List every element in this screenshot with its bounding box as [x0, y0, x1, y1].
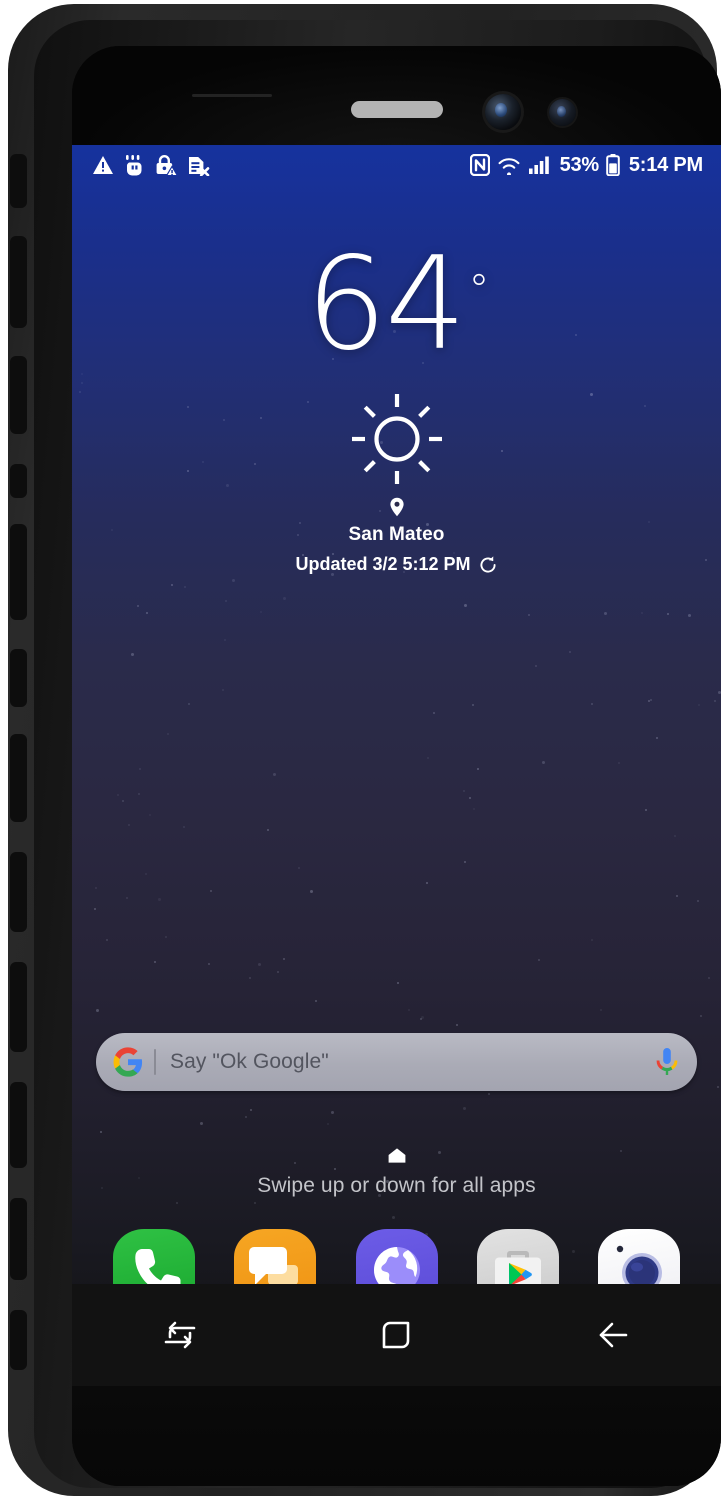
back-arrow-icon[interactable] — [596, 1320, 630, 1350]
phone-case: 53% 5:14 PM 64° San Mateo Updated 3/2 5:… — [8, 4, 721, 1496]
recents-icon[interactable] — [161, 1319, 199, 1351]
navigation-bar — [72, 1284, 721, 1386]
touch-hand-icon — [126, 154, 142, 175]
battery-icon — [606, 154, 620, 176]
earpiece-speaker — [351, 101, 443, 118]
case-grip-notch — [10, 524, 27, 620]
status-bar[interactable]: 53% 5:14 PM — [72, 145, 721, 185]
swipe-hint-area[interactable]: Swipe up or down for all apps — [72, 1147, 721, 1198]
lock-warning-icon — [156, 154, 178, 176]
back-button[interactable] — [568, 1305, 658, 1365]
front-camera-lens — [485, 94, 521, 130]
signal-bars-icon — [528, 156, 549, 174]
weather-updated-row[interactable]: Updated 3/2 5:12 PM — [72, 554, 721, 575]
case-grip-notch — [10, 154, 27, 208]
status-bar-clock: 5:14 PM — [628, 153, 703, 176]
weather-updated-text: Updated 3/2 5:12 PM — [295, 554, 471, 574]
case-grip-notch — [10, 1198, 27, 1280]
weather-temperature-value: 64 — [305, 230, 467, 379]
case-button-cutout-volume[interactable] — [10, 464, 27, 498]
battery-percentage: 53% — [559, 153, 599, 176]
phone-screen[interactable]: 53% 5:14 PM 64° San Mateo Updated 3/2 5:… — [72, 145, 721, 1383]
sim-card-error-icon — [189, 156, 210, 176]
swipe-hint-text: Swipe up or down for all apps — [257, 1174, 536, 1197]
case-grip-notch — [10, 962, 27, 1052]
case-grip-notch — [10, 852, 27, 932]
sun-icon — [72, 391, 721, 487]
google-g-icon[interactable] — [112, 1046, 144, 1078]
weather-location-row: San Mateo — [72, 497, 721, 546]
weather-city-name: San Mateo — [348, 524, 445, 545]
case-grip-notch — [10, 1310, 27, 1370]
home-button[interactable] — [351, 1305, 441, 1365]
google-search-bar[interactable]: Say "Ok Google" — [96, 1033, 697, 1091]
nfc-icon — [469, 154, 490, 176]
search-input-placeholder[interactable]: Say "Ok Google" — [170, 1050, 655, 1074]
refresh-icon[interactable] — [478, 555, 498, 575]
wifi-icon — [498, 158, 520, 175]
proximity-sensor — [192, 94, 272, 97]
phone-top-bezel — [72, 46, 721, 145]
case-grip-notch — [10, 1082, 27, 1168]
search-bar-divider — [154, 1049, 156, 1075]
case-grip-notch — [10, 236, 27, 328]
warning-triangle-icon — [93, 156, 113, 174]
case-grip-notch — [10, 734, 27, 822]
weather-widget[interactable]: 64° San Mateo Updated 3/2 5:12 PM — [72, 241, 721, 575]
iris-scanner-sensor — [549, 99, 576, 126]
recents-button[interactable] — [135, 1305, 225, 1365]
phone-bottom-bezel — [72, 1386, 721, 1486]
status-bar-left-icons — [92, 154, 210, 176]
location-pin-icon — [389, 497, 404, 517]
case-button-cutout-bixby[interactable] — [10, 649, 27, 707]
degree-symbol: ° — [468, 265, 489, 315]
status-bar-right-icons: 53% 5:14 PM — [469, 153, 703, 177]
case-inner-shell: 53% 5:14 PM 64° San Mateo Updated 3/2 5:… — [34, 20, 721, 1488]
phone-body: 53% 5:14 PM 64° San Mateo Updated 3/2 5:… — [72, 46, 721, 1486]
weather-temperature: 64° — [72, 241, 721, 369]
home-square-icon[interactable] — [379, 1318, 413, 1352]
google-mic-icon[interactable] — [655, 1046, 679, 1078]
case-grip-notch — [10, 356, 27, 434]
home-page-indicator-icon — [72, 1147, 721, 1169]
